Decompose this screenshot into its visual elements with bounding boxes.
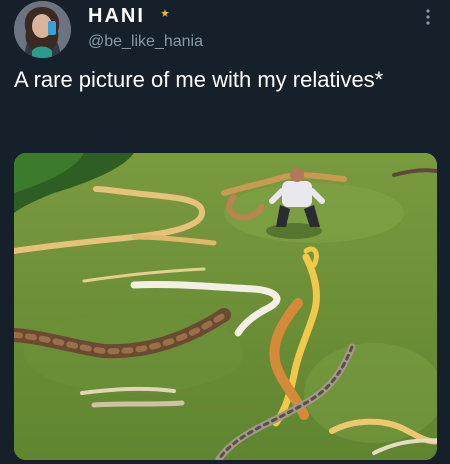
avatar-photo — [14, 1, 71, 58]
user-handle[interactable]: @be_like_hania — [88, 33, 203, 51]
crescent-moon-star-icon — [151, 6, 173, 28]
display-name[interactable]: HANI — [88, 5, 145, 28]
tweet-card: HANI @be_like_hania A rare picture of me… — [0, 0, 450, 464]
display-name-row: HANI — [88, 5, 173, 28]
tweet-text: A rare picture of me with my relatives* — [14, 67, 384, 92]
snakes-photo — [14, 153, 437, 460]
more-vertical-icon[interactable] — [420, 8, 436, 26]
avatar[interactable] — [14, 1, 71, 58]
tweet-media[interactable] — [14, 153, 437, 460]
